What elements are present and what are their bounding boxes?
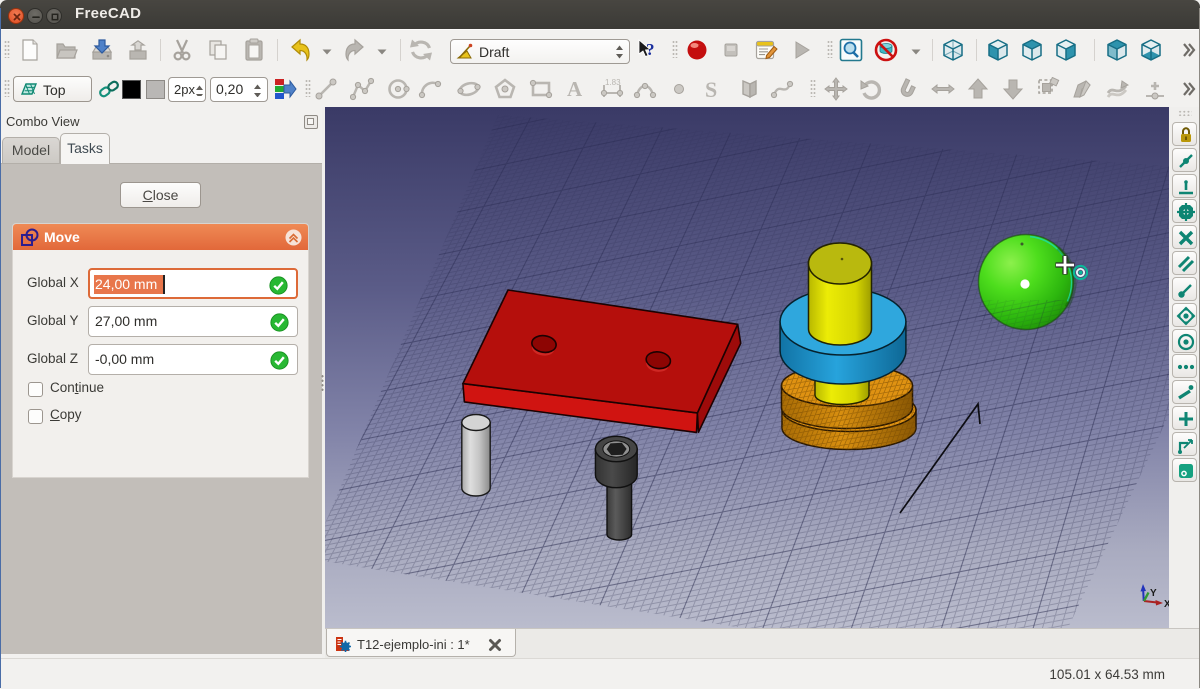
svg-text:Y: Y — [1150, 588, 1157, 599]
svg-text:S: S — [705, 77, 717, 101]
svg-text:?: ? — [646, 40, 655, 59]
svg-text:1.83: 1.83 — [605, 78, 621, 87]
svg-text:A: A — [567, 77, 583, 101]
